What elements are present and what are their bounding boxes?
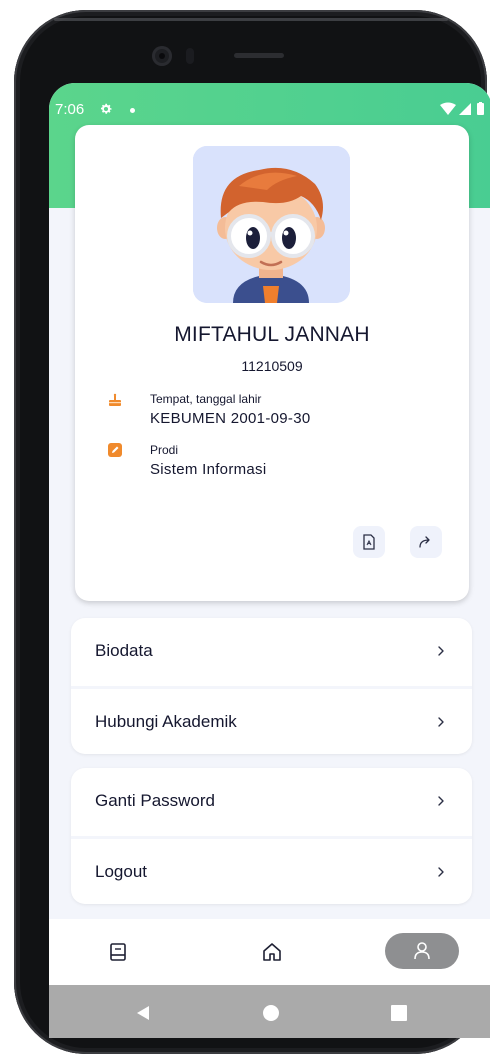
book-icon[interactable]	[107, 941, 129, 963]
proximity-sensor	[186, 48, 194, 64]
phone-frame: 7:06 MIFTAHUL JANNAH 11210509 Tempat, ta…	[14, 10, 490, 1054]
home-circle-icon[interactable]	[263, 1005, 279, 1021]
birth-label: Tempat, tanggal lahir	[150, 392, 262, 406]
student-name: MIFTAHUL JANNAH	[174, 323, 370, 346]
front-camera	[152, 46, 172, 66]
signal-icon	[459, 103, 471, 115]
chevron-right-icon	[438, 867, 444, 877]
menu-group-profile: Biodata Hubungi Akademik	[71, 618, 472, 754]
menu-item-hubungi-akademik[interactable]: Hubungi Akademik	[71, 686, 472, 754]
avatar	[193, 146, 350, 303]
menu-item-label: Hubungi Akademik	[95, 712, 237, 731]
earpiece-speaker	[234, 53, 284, 58]
system-navigation-bar	[49, 985, 490, 1038]
cartoon-boy-avatar	[193, 146, 350, 303]
profile-card: MIFTAHUL JANNAH 11210509 Tempat, tanggal…	[75, 125, 469, 601]
recents-icon[interactable]	[391, 1005, 407, 1021]
prodi-label: Prodi	[150, 443, 179, 457]
menu-item-ganti-password[interactable]: Ganti Password	[71, 768, 472, 836]
nav-profile-active[interactable]	[385, 933, 459, 969]
user-icon	[414, 942, 430, 960]
bottom-navigation	[49, 919, 490, 985]
document-button[interactable]	[353, 526, 385, 558]
chevron-right-icon	[438, 646, 444, 656]
share-icon	[419, 536, 430, 548]
menu-group-account: Ganti Password Logout	[71, 768, 472, 904]
home-icon[interactable]	[261, 941, 283, 963]
gear-icon	[100, 103, 112, 114]
document-icon	[363, 534, 375, 550]
status-time: 7:06	[55, 101, 85, 118]
menu-item-label: Biodata	[95, 641, 153, 660]
edit-icon	[108, 443, 122, 457]
menu-item-label: Logout	[95, 862, 147, 881]
menu-item-biodata[interactable]: Biodata	[71, 618, 472, 686]
bezel-highlight	[54, 18, 448, 21]
cake-icon	[109, 393, 121, 406]
screen: 7:06 MIFTAHUL JANNAH 11210509 Tempat, ta…	[49, 83, 490, 1038]
birth-value: KEBUMEN 2001-09-30	[150, 410, 311, 427]
chevron-right-icon	[438, 717, 444, 727]
prodi-value: Sistem Informasi	[150, 461, 267, 478]
battery-icon	[477, 102, 484, 115]
menu-item-label: Ganti Password	[95, 791, 215, 810]
back-icon[interactable]	[136, 1005, 150, 1021]
student-nim: 11210509	[241, 358, 303, 374]
status-icons	[440, 102, 484, 115]
menu-item-logout[interactable]: Logout	[71, 836, 472, 904]
share-button[interactable]	[410, 526, 442, 558]
chevron-right-icon	[438, 796, 444, 806]
wifi-icon	[440, 102, 456, 115]
notification-dot	[130, 108, 135, 113]
